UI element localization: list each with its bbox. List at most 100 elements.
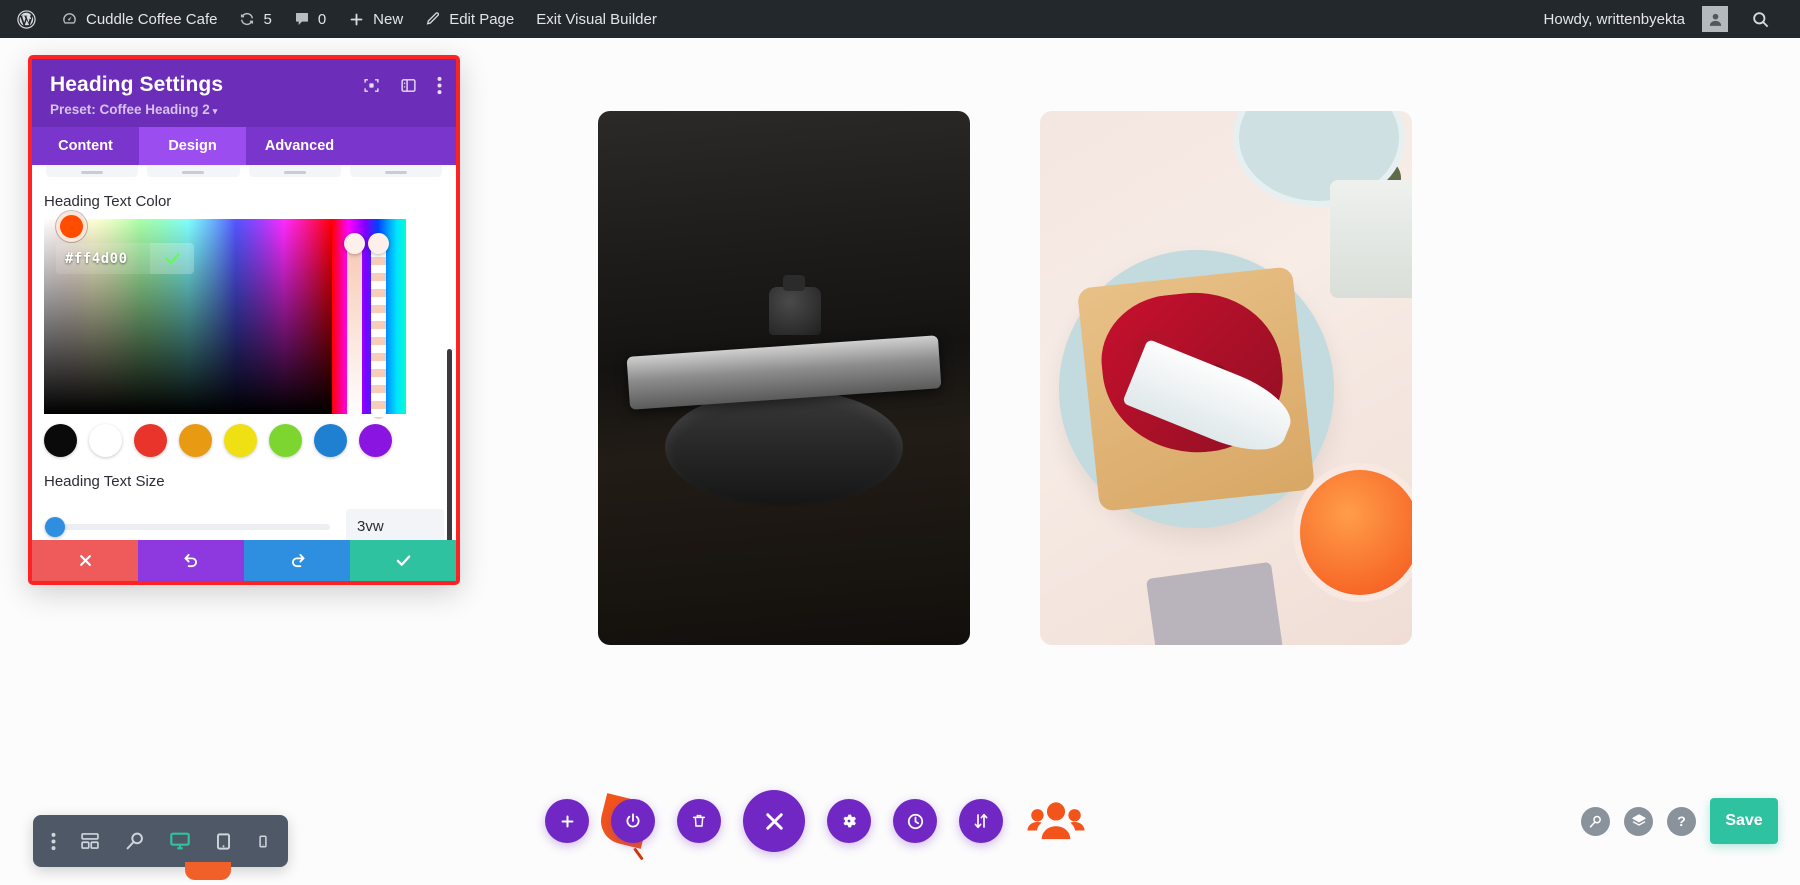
new-label: New: [373, 10, 404, 28]
pencil-icon: [425, 11, 441, 27]
responsive-toolbar: [33, 815, 288, 867]
size-value-input[interactable]: 3vw: [346, 509, 444, 540]
heading-text-size-control: 3vw: [32, 499, 456, 540]
close-builder-button[interactable]: [743, 790, 805, 852]
modal-header-actions: [363, 76, 442, 95]
heading-text-size-label: Heading Text Size: [44, 473, 165, 490]
coffee-grinder-image[interactable]: [598, 111, 970, 645]
edit-page-label: Edit Page: [449, 10, 515, 28]
tab-content[interactable]: Content: [32, 127, 139, 165]
history-button[interactable]: [893, 799, 937, 843]
site-name-menu[interactable]: Cuddle Coffee Cafe: [50, 0, 228, 38]
search-button[interactable]: [1581, 806, 1610, 836]
hex-input-group[interactable]: #ff4d00: [56, 243, 194, 274]
chevron-down-icon: ▾: [212, 106, 218, 116]
discard-button[interactable]: [32, 540, 138, 581]
spacing-field[interactable]: [248, 165, 341, 177]
bottom-right-utilities: ? Save: [1581, 798, 1778, 844]
wireframe-icon[interactable]: [79, 831, 101, 851]
heading-text-color-label: Heading Text Color: [44, 193, 172, 210]
check-icon[interactable]: [150, 243, 194, 274]
alpha-slider[interactable]: [347, 241, 362, 419]
preset-selector[interactable]: Preset: Coffee Heading 2 ▾: [50, 102, 438, 117]
delete-button[interactable]: [677, 799, 721, 843]
magnifier-icon[interactable]: [124, 831, 145, 852]
save-settings-button[interactable]: [350, 540, 456, 581]
tab-design[interactable]: Design: [139, 127, 246, 165]
vertical-dots-icon[interactable]: [51, 832, 56, 851]
new-content-menu[interactable]: New: [337, 0, 414, 38]
account-menu[interactable]: Howdy, writtenbyekta: [1533, 0, 1739, 38]
redo-button[interactable]: [244, 540, 350, 581]
howdy-label: Howdy, writtenbyekta: [1543, 10, 1685, 28]
screen: Cuddle Coffee Cafe 5 0 New Edit Page Exi…: [0, 0, 1800, 885]
wp-admin-bar: Cuddle Coffee Cafe 5 0 New Edit Page Exi…: [0, 0, 1800, 38]
swatch-green[interactable]: [269, 424, 302, 457]
placeholder-dash: [81, 171, 104, 174]
save-button[interactable]: Save: [1710, 798, 1778, 844]
coffee-beans: [620, 410, 947, 645]
swatch-blue[interactable]: [314, 424, 347, 457]
layers-button[interactable]: [1624, 806, 1653, 836]
grinder-knob: [769, 275, 822, 336]
sort-button[interactable]: [959, 799, 1003, 843]
dashboard-icon: [61, 11, 78, 28]
panel-scrollbar[interactable]: [447, 349, 452, 540]
swatch-red[interactable]: [134, 424, 167, 457]
builder-tab-handle[interactable]: [185, 862, 231, 880]
wordpress-logo-icon[interactable]: [0, 0, 50, 38]
swatch-white[interactable]: [89, 424, 122, 457]
swatch-black[interactable]: [44, 424, 77, 457]
updates-menu[interactable]: 5: [228, 0, 282, 38]
swatch-yellow[interactable]: [224, 424, 257, 457]
comments-icon: [294, 11, 310, 27]
site-name-label: Cuddle Coffee Cafe: [86, 10, 218, 28]
add-section-button[interactable]: [545, 799, 589, 843]
jam-toast-photo: [1040, 111, 1412, 645]
help-button[interactable]: ?: [1667, 806, 1696, 836]
focus-target-icon[interactable]: [363, 77, 380, 94]
opacity-slider-thumb[interactable]: [368, 233, 389, 254]
settings-button[interactable]: [827, 799, 871, 843]
color-cursor[interactable]: [56, 211, 87, 242]
wordpress-logo-glyph: [16, 9, 37, 30]
toggle-power-button[interactable]: [611, 799, 655, 843]
placeholder-dash: [384, 171, 407, 174]
spacing-field[interactable]: [147, 165, 240, 177]
size-slider-thumb[interactable]: [45, 516, 65, 537]
comments-menu[interactable]: 0: [283, 0, 337, 38]
edit-page-menu[interactable]: Edit Page: [414, 0, 525, 38]
design-panel: Heading Text Color #ff4d00 Heading Text …: [32, 165, 456, 540]
people-group-icon[interactable]: [1025, 790, 1087, 852]
undo-button[interactable]: [138, 540, 244, 581]
size-slider-track[interactable]: [44, 516, 330, 537]
desktop-icon[interactable]: [169, 830, 191, 852]
color-swatch-list: [32, 414, 456, 457]
spacing-field[interactable]: [46, 165, 139, 177]
exit-visual-builder[interactable]: Exit Visual Builder: [525, 0, 668, 38]
alpha-slider-thumb[interactable]: [344, 233, 365, 254]
builder-action-bar: [545, 790, 1087, 852]
opacity-slider[interactable]: [371, 241, 386, 419]
glass: [1330, 180, 1412, 298]
spacing-field[interactable]: [349, 165, 442, 177]
swatch-purple[interactable]: [359, 424, 392, 457]
spacing-fields-row: [32, 165, 456, 177]
jam-toast-image[interactable]: [1040, 111, 1412, 645]
color-picker[interactable]: #ff4d00: [44, 211, 452, 540]
updates-count: 5: [263, 10, 272, 28]
phone-icon[interactable]: [256, 831, 270, 852]
orange-drink: [1292, 463, 1412, 603]
search-icon[interactable]: [1739, 0, 1786, 38]
tablet-icon[interactable]: [214, 831, 233, 852]
swatch-orange[interactable]: [179, 424, 212, 457]
panel-layout-icon[interactable]: [400, 77, 417, 94]
vertical-dots-icon[interactable]: [437, 76, 442, 95]
plus-icon: [348, 11, 365, 28]
placeholder-dash: [182, 171, 205, 174]
hex-input[interactable]: #ff4d00: [56, 251, 150, 267]
tab-advanced[interactable]: Advanced: [246, 127, 353, 165]
placeholder-dash: [283, 171, 306, 174]
admin-bar-right: Howdy, writtenbyekta: [1533, 0, 1800, 38]
coffee-grinder-photo: [598, 111, 970, 645]
